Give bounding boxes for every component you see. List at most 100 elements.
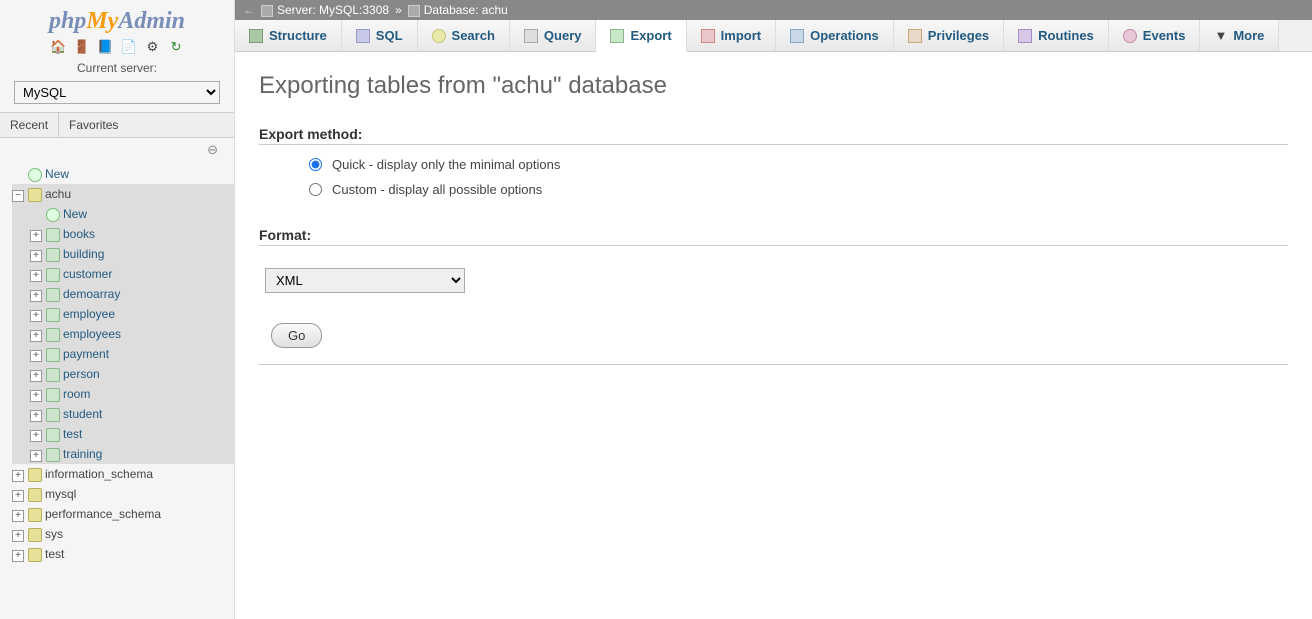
table-label[interactable]: person [63, 367, 100, 381]
tree-table-building[interactable]: + building [30, 244, 234, 264]
tree-table-training[interactable]: + training [30, 444, 234, 464]
tree-table-books[interactable]: + books [30, 224, 234, 244]
tree-table-employee[interactable]: + employee [30, 304, 234, 324]
tree-db-sys[interactable]: + sys [12, 524, 234, 544]
tree-new[interactable]: New [12, 164, 234, 184]
toggle-icon[interactable]: + [30, 250, 42, 262]
toggle-icon[interactable]: + [30, 370, 42, 382]
table-label[interactable]: test [63, 427, 82, 441]
export-quick-option[interactable]: Quick - display only the minimal options [309, 157, 1288, 172]
tree-db-achu[interactable]: − achu New + books + building + customer + de… [12, 184, 234, 464]
breadcrumb-back-icon[interactable]: ← [243, 3, 255, 17]
toggle-icon[interactable]: + [30, 410, 42, 422]
format-select[interactable]: XML [265, 268, 465, 293]
tab-more[interactable]: ▼More [1200, 20, 1279, 51]
export-method-label: Export method: [259, 126, 1288, 145]
go-button[interactable]: Go [271, 323, 322, 348]
tab-query[interactable]: Query [510, 20, 597, 51]
sql-icon [356, 29, 370, 43]
toggle-icon[interactable]: + [30, 290, 42, 302]
logo-php: php [49, 8, 86, 34]
toggle-icon[interactable]: + [30, 390, 42, 402]
logout-icon[interactable]: 🚪 [74, 39, 90, 55]
docs-icon[interactable]: 📘 [97, 39, 113, 55]
toggle-icon[interactable]: + [30, 270, 42, 282]
table-label[interactable]: payment [63, 347, 109, 361]
toggle-icon[interactable]: + [12, 490, 24, 502]
tab-structure[interactable]: Structure [235, 20, 342, 51]
tab-events[interactable]: Events [1109, 20, 1201, 51]
db-label[interactable]: information_schema [45, 467, 153, 481]
events-icon [1123, 29, 1137, 43]
home-icon[interactable]: 🏠 [50, 39, 66, 55]
tree-table-person[interactable]: + person [30, 364, 234, 384]
table-label[interactable]: student [63, 407, 102, 421]
reload-icon[interactable]: ↻ [168, 39, 184, 55]
tree-table-customer[interactable]: + customer [30, 264, 234, 284]
toggle-icon[interactable]: + [12, 510, 24, 522]
export-quick-radio[interactable] [309, 158, 322, 171]
tree-table-student[interactable]: + student [30, 404, 234, 424]
tab-label: Privileges [928, 28, 989, 43]
tree-db-information-schema[interactable]: + information_schema [12, 464, 234, 484]
export-icon [610, 29, 624, 43]
toggle-icon[interactable]: + [30, 350, 42, 362]
toggle-icon[interactable]: + [12, 530, 24, 542]
table-label[interactable]: books [63, 227, 95, 241]
favorites-tab[interactable]: Favorites [58, 113, 128, 137]
tree-db-performance-schema[interactable]: + performance_schema [12, 504, 234, 524]
toggle-icon[interactable]: + [30, 450, 42, 462]
db-label[interactable]: performance_schema [45, 507, 161, 521]
table-label[interactable]: building [63, 247, 104, 261]
breadcrumb-server[interactable]: Server: MySQL:3308 [277, 3, 389, 17]
tree-new-table[interactable]: New [30, 204, 234, 224]
tree-new-label[interactable]: New [45, 167, 69, 181]
table-label[interactable]: employees [63, 327, 121, 341]
table-label[interactable]: training [63, 447, 102, 461]
sidebar-toolbar: 🏠 🚪 📘 📄 ⚙ ↻ [0, 37, 234, 59]
toggle-icon[interactable]: + [30, 310, 42, 322]
table-label[interactable]: employee [63, 307, 115, 321]
settings-icon[interactable]: ⚙ [144, 39, 160, 55]
db-label[interactable]: test [45, 547, 64, 561]
collapse-panel-icon[interactable]: ⊖ [0, 138, 234, 160]
tab-privileges[interactable]: Privileges [894, 20, 1004, 51]
table-label[interactable]: room [63, 387, 90, 401]
db-label[interactable]: sys [45, 527, 63, 541]
tab-import[interactable]: Import [687, 20, 776, 51]
tree-table-test[interactable]: + test [30, 424, 234, 444]
toggle-icon[interactable]: + [12, 470, 24, 482]
sql-window-icon[interactable]: 📄 [121, 39, 137, 55]
table-icon [46, 448, 60, 462]
export-custom-option[interactable]: Custom - display all possible options [309, 182, 1288, 197]
privileges-icon [908, 29, 922, 43]
toggle-icon[interactable]: − [12, 190, 24, 202]
export-custom-radio[interactable] [309, 183, 322, 196]
tab-label: Search [452, 28, 495, 43]
tree-table-room[interactable]: + room [30, 384, 234, 404]
tree-db-test[interactable]: + test [12, 544, 234, 564]
recent-tab[interactable]: Recent [0, 113, 58, 137]
db-label[interactable]: mysql [45, 487, 76, 501]
logo[interactable]: phpMyAdmin [0, 0, 234, 37]
server-select[interactable]: MySQL [14, 81, 220, 104]
tree-table-payment[interactable]: + payment [30, 344, 234, 364]
toggle-icon[interactable]: + [30, 230, 42, 242]
breadcrumb-db[interactable]: Database: achu [424, 3, 508, 17]
toggle-icon[interactable]: + [30, 330, 42, 342]
table-label[interactable]: customer [63, 267, 112, 281]
toggle-icon[interactable]: + [12, 550, 24, 562]
tab-operations[interactable]: Operations [776, 20, 894, 51]
toggle-icon[interactable]: + [30, 430, 42, 442]
tree-table-demoarray[interactable]: + demoarray [30, 284, 234, 304]
tab-export[interactable]: Export [596, 20, 686, 52]
tab-routines[interactable]: Routines [1004, 20, 1109, 51]
tree-db-mysql[interactable]: + mysql [12, 484, 234, 504]
table-label[interactable]: demoarray [63, 287, 120, 301]
new-table-label[interactable]: New [63, 207, 87, 221]
breadcrumb-sep: » [395, 3, 402, 17]
tab-sql[interactable]: SQL [342, 20, 418, 51]
tab-search[interactable]: Search [418, 20, 510, 51]
tree-table-employees[interactable]: + employees [30, 324, 234, 344]
db-label[interactable]: achu [45, 187, 71, 201]
